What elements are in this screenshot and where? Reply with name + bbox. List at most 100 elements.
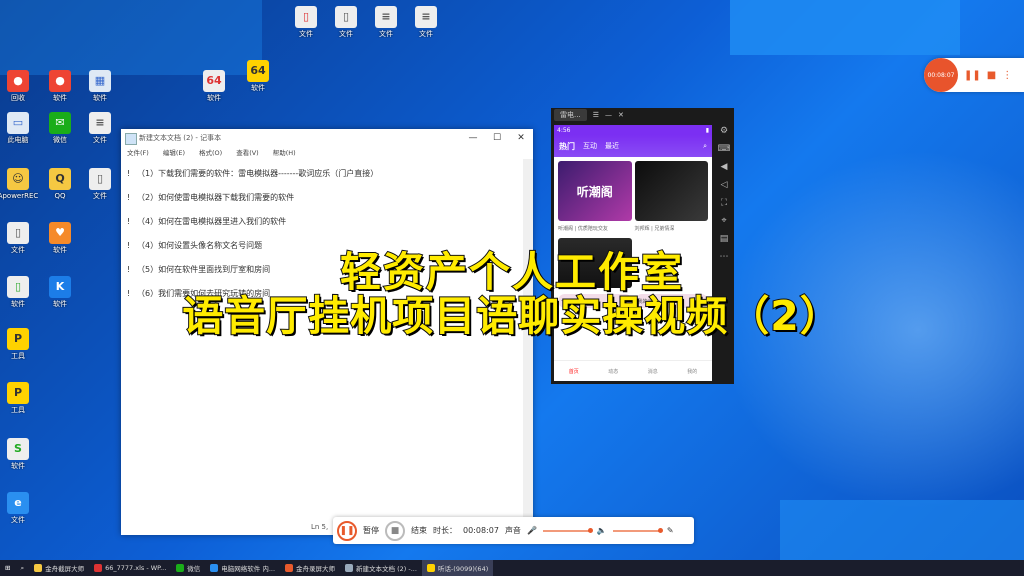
mic-label: 声音 <box>504 526 521 535</box>
duration-value: 00:08:07 <box>463 526 499 535</box>
mic-volume-slider[interactable] <box>542 527 593 533</box>
tab-hot[interactable]: 热门 <box>559 141 575 152</box>
stop-label: 结束 <box>411 526 427 535</box>
minimize-button[interactable]: — <box>461 129 485 147</box>
document-icon: ≡ <box>375 6 397 28</box>
start-button[interactable]: ⊞ <box>0 560 15 576</box>
app-icon: ▦ <box>89 70 111 92</box>
fullscreen-icon[interactable]: ⛶ <box>721 198 727 208</box>
spreadsheet-icon: S <box>7 438 29 460</box>
desktop-icon[interactable]: e 文件 <box>0 492 44 524</box>
tab-interactive[interactable]: 互动 <box>583 141 597 151</box>
qq-icon: Q <box>49 168 71 190</box>
tab-recent[interactable]: 最近 <box>605 141 619 151</box>
taskbar-item[interactable]: 新建文本文档 (2) -... <box>340 560 422 576</box>
status-bar: 4:56 ▮ <box>554 125 712 135</box>
mic-icon[interactable]: 🎤 <box>527 526 537 535</box>
pen-icon[interactable]: ✎ <box>667 526 674 535</box>
room-card[interactable] <box>634 161 708 221</box>
desktop-icon[interactable]: P 工具 <box>0 382 44 414</box>
duration-label: 时长： <box>433 526 457 535</box>
emulator-icon: 64 <box>247 60 269 82</box>
file-icon: ▯ <box>89 168 111 190</box>
desktop-icon[interactable]: ≡ 文件 <box>74 112 126 144</box>
bottom-nav: 首页 动态 消息 我的 <box>554 360 712 381</box>
taskbar-item[interactable]: 金舟截屏大师 <box>29 560 89 576</box>
file-icon: ▯ <box>335 6 357 28</box>
recorder-toolbar: ❚❚ 暂停 ■ 结束 时长： 00:08:07 声音 🎤 🔈 ✎ <box>333 517 694 544</box>
taskbar-item[interactable]: 电脑网络软件 内... <box>205 560 280 576</box>
taskbar-item[interactable]: 微信 <box>171 560 205 576</box>
speaker-volume-slider[interactable] <box>612 527 663 533</box>
pause-icon[interactable]: ❚❚ <box>964 70 981 81</box>
emulator-controls-icon[interactable]: — <box>605 111 612 119</box>
window-logo-pane <box>780 500 1024 560</box>
settings-icon[interactable]: ⚙ <box>720 126 728 136</box>
volume-up-icon[interactable]: ◀ <box>721 162 728 172</box>
wechat-icon: ✉ <box>49 112 71 134</box>
app-icon: P <box>7 382 29 404</box>
emulator-tab[interactable]: 雷电... <box>554 109 587 121</box>
app-icon: ● <box>49 70 71 92</box>
status-time: 4:56 <box>557 126 571 134</box>
app-header: 热门 互动 最近 ⌕ <box>554 135 712 157</box>
battery-icon: ▮ <box>705 126 709 134</box>
room-card[interactable]: 听潮阁 <box>558 161 632 221</box>
emulator-icon: 64 <box>203 70 225 92</box>
desktop-icon[interactable]: ≡ 文件 <box>400 6 452 38</box>
taskbar-item[interactable]: 金舟录屏大师 <box>280 560 340 576</box>
notepad-icon <box>125 133 137 145</box>
menu-edit[interactable]: 编辑(E) <box>163 147 185 159</box>
menu-format[interactable]: 格式(O) <box>199 147 222 159</box>
desktop-icon[interactable]: ▯ 文件 <box>74 168 126 200</box>
text-line: ! （2）如何使雷电模拟器下载我们需要的软件 <box>127 192 295 202</box>
notepad-title: 新建文本文档 (2) - 记事本 <box>139 134 222 142</box>
overlay-title-line2: 语音厅挂机项目语聊实操视频（2） <box>181 291 842 341</box>
speaker-icon[interactable]: 🔈 <box>597 526 607 535</box>
menu-view[interactable]: 查看(V) <box>236 147 259 159</box>
window-controls: — ☐ ✕ <box>461 129 533 147</box>
notepad-status: Ln 5, <box>311 523 329 531</box>
window-logo-pane <box>730 0 960 55</box>
close-icon[interactable]: ✕ <box>618 111 624 119</box>
notepad-menubar: 文件(F) 编辑(E) 格式(O) 查看(V) 帮助(H) <box>121 147 533 159</box>
search-icon[interactable]: ⌕ <box>15 560 29 576</box>
maximize-button[interactable]: ☐ <box>485 129 509 147</box>
desktop-icon[interactable]: 64 软件 <box>232 60 284 92</box>
notepad-titlebar[interactable]: 新建文本文档 (2) - 记事本 — ☐ ✕ <box>121 129 533 147</box>
recording-timer: 00:08:07 <box>924 58 958 92</box>
more-icon[interactable]: ⋮ <box>1002 70 1012 81</box>
stop-icon[interactable]: ■ <box>987 70 996 81</box>
nav-me[interactable]: 我的 <box>687 368 697 375</box>
text-line: ! （1）下载我们需要的软件：雷电模拟器-------歌词应乐（门户直接） <box>127 168 379 178</box>
document-icon: ≡ <box>415 6 437 28</box>
taskbar-item[interactable]: 听话-(9099)(64) <box>421 560 494 576</box>
nav-messages[interactable]: 消息 <box>648 368 658 375</box>
vertical-scrollbar[interactable] <box>523 159 533 531</box>
user-folder-icon: ☺ <box>7 168 29 190</box>
menu-file[interactable]: 文件(F) <box>127 147 149 159</box>
keyboard-icon[interactable]: ⌨ <box>718 144 731 154</box>
computer-icon: ▭ <box>7 112 29 134</box>
search-icon[interactable]: ⌕ <box>703 142 707 151</box>
taskbar-item[interactable]: 66_7777.xls - WP... <box>89 560 171 576</box>
pause-button[interactable]: ❚❚ <box>337 520 357 541</box>
emulator-menu-icon[interactable]: ☰ <box>593 111 599 119</box>
room-cards: 听潮阁 <box>554 157 712 225</box>
location-icon[interactable]: ⌖ <box>721 216 726 226</box>
recorder-floating-widget[interactable]: 00:08:07 ❚❚ ■ ⋮ <box>924 58 1024 92</box>
edge-browser-icon: e <box>7 492 29 514</box>
volume-down-icon[interactable]: ◁ <box>721 180 728 190</box>
emulator-titlebar: 雷电... ☰ — ✕ <box>551 108 734 122</box>
stop-button[interactable]: ■ <box>385 520 405 541</box>
desktop-icon[interactable]: S 软件 <box>0 438 44 470</box>
pause-label: 暂停 <box>363 526 379 535</box>
room-caption: 刘邦辉 | 兄弟情深 <box>634 226 675 232</box>
file-icon: ▯ <box>295 6 317 28</box>
nav-dynamic[interactable]: 动态 <box>608 368 618 375</box>
nav-home[interactable]: 首页 <box>569 368 579 375</box>
desktop-icon[interactable]: ▦ 软件 <box>74 70 126 102</box>
menu-help[interactable]: 帮助(H) <box>273 147 296 159</box>
app-icon: ● <box>7 70 29 92</box>
close-button[interactable]: ✕ <box>509 129 533 147</box>
